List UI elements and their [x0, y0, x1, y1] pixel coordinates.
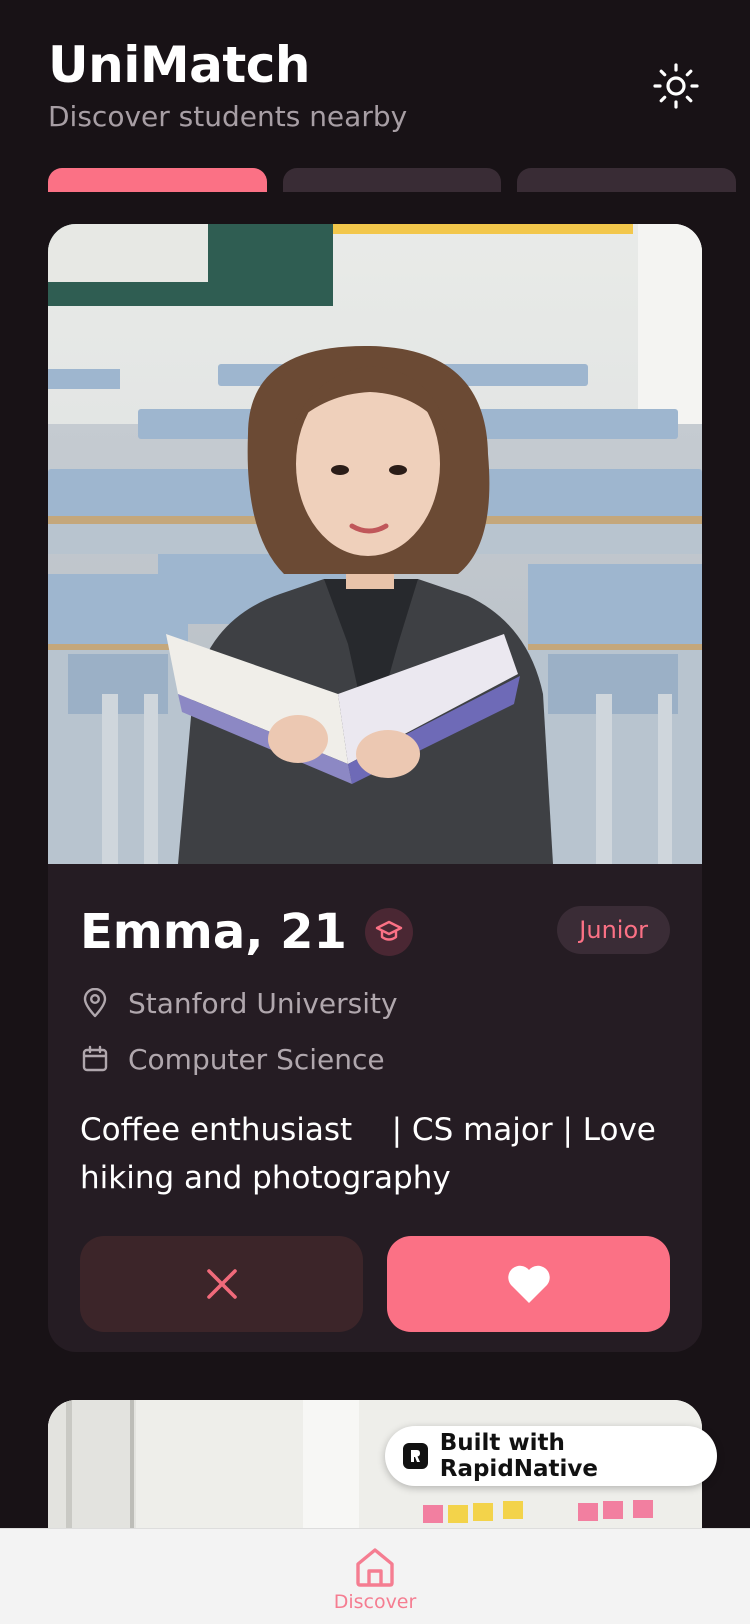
- discover-screen: UniMatch Discover students nearby Emma, …: [0, 0, 750, 1624]
- profile-card[interactable]: Emma, 21 Junior Stanford University Comp…: [48, 224, 702, 1352]
- calendar-icon: [82, 1045, 108, 1072]
- year-badge: Junior: [557, 906, 670, 954]
- close-icon: [206, 1269, 237, 1299]
- app-subtitle: Discover students nearby: [48, 100, 408, 133]
- like-button[interactable]: [387, 1236, 670, 1332]
- built-with-label: Built with RapidNative: [439, 1430, 599, 1482]
- verified-student-badge: [364, 908, 413, 956]
- profile-name-age: Emma, 21: [80, 904, 347, 960]
- profile-details: Emma, 21 Junior Stanford University Comp…: [48, 864, 702, 1332]
- progress-segment-active: [48, 168, 267, 192]
- nav-label-discover: Discover: [333, 1591, 417, 1613]
- header: UniMatch Discover students nearby: [48, 36, 702, 133]
- major-row: Computer Science: [80, 1042, 670, 1076]
- pass-button[interactable]: [80, 1236, 363, 1332]
- nav-item-discover[interactable]: Discover: [325, 1529, 425, 1624]
- university-text: Stanford University: [128, 986, 398, 1020]
- progress-segment: [282, 168, 502, 192]
- profile-progress-indicator: [48, 168, 737, 192]
- profile-photo: [48, 224, 702, 864]
- bottom-navigation: Discover: [0, 1528, 750, 1624]
- progress-segment: [517, 168, 737, 192]
- built-with-badge[interactable]: Built with RapidNative: [385, 1426, 717, 1486]
- app-title: UniMatch: [48, 36, 310, 94]
- swipe-actions: [80, 1236, 670, 1332]
- name-row: Emma, 21 Junior: [80, 904, 670, 960]
- sun-icon: [653, 63, 699, 109]
- heart-icon: [507, 1265, 550, 1303]
- graduation-cap-icon: [375, 920, 403, 941]
- home-icon: [356, 1548, 394, 1587]
- rapidnative-logo-icon: [403, 1443, 428, 1469]
- profile-bio: Coffee enthusiast | CS major | Love hiki…: [80, 1112, 666, 1196]
- theme-toggle-button[interactable]: [648, 58, 704, 114]
- major-text: Computer Science: [128, 1042, 385, 1076]
- location-pin-icon: [83, 988, 107, 1018]
- university-row: Stanford University: [80, 986, 670, 1020]
